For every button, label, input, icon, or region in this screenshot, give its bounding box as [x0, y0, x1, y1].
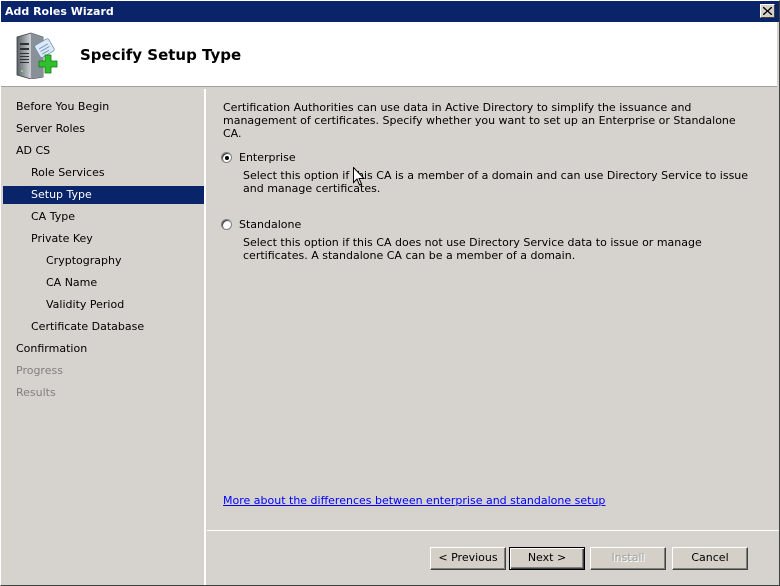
- intro-text: Certification Authorities can use data i…: [223, 101, 736, 140]
- step-validity-period[interactable]: Validity Period: [3, 296, 204, 314]
- footer-divider: [207, 530, 779, 531]
- step-server-roles[interactable]: Server Roles: [3, 120, 204, 138]
- standalone-label[interactable]: Standalone: [239, 218, 301, 231]
- cancel-button[interactable]: Cancel: [672, 547, 748, 570]
- enterprise-description: Select this option if this CA is a membe…: [243, 169, 749, 195]
- step-private-key[interactable]: Private Key: [3, 230, 204, 248]
- title-bar[interactable]: Add Roles Wizard: [1, 1, 779, 22]
- server-add-role-icon: [13, 29, 61, 80]
- close-button[interactable]: [760, 4, 775, 18]
- previous-button[interactable]: < Previous: [430, 547, 506, 570]
- wizard-steps-sidebar: Before You Begin Server Roles AD CS Role…: [3, 89, 206, 585]
- page-title: Specify Setup Type: [80, 46, 242, 64]
- install-button: Install: [590, 547, 666, 570]
- step-ca-name[interactable]: CA Name: [3, 274, 204, 292]
- step-certificate-database[interactable]: Certificate Database: [3, 318, 204, 336]
- step-ad-cs[interactable]: AD CS: [3, 142, 204, 160]
- step-progress: Progress: [16, 364, 63, 377]
- step-results: Results: [16, 386, 56, 399]
- step-role-services[interactable]: Role Services: [3, 164, 204, 182]
- close-icon: [763, 5, 772, 18]
- standalone-description: Select this option if this CA does not u…: [243, 236, 702, 262]
- setup-differences-link[interactable]: More about the differences between enter…: [223, 494, 605, 507]
- step-before-you-begin[interactable]: Before You Begin: [3, 98, 204, 116]
- step-setup-type[interactable]: Setup Type: [3, 186, 204, 204]
- enterprise-radio[interactable]: [221, 152, 232, 163]
- enterprise-label[interactable]: Enterprise: [239, 151, 296, 164]
- standalone-radio[interactable]: [221, 219, 232, 230]
- wizard-header: Specify Setup Type: [1, 22, 777, 87]
- step-confirmation[interactable]: Confirmation: [3, 340, 204, 358]
- next-button[interactable]: Next >: [509, 547, 585, 570]
- main-content: Certification Authorities can use data i…: [207, 89, 777, 529]
- window-title: Add Roles Wizard: [5, 5, 114, 18]
- wizard-window: Add Roles Wizard Specify Setup Type Befo…: [0, 0, 780, 586]
- step-ca-type[interactable]: CA Type: [3, 208, 204, 226]
- step-cryptography[interactable]: Cryptography: [3, 252, 204, 270]
